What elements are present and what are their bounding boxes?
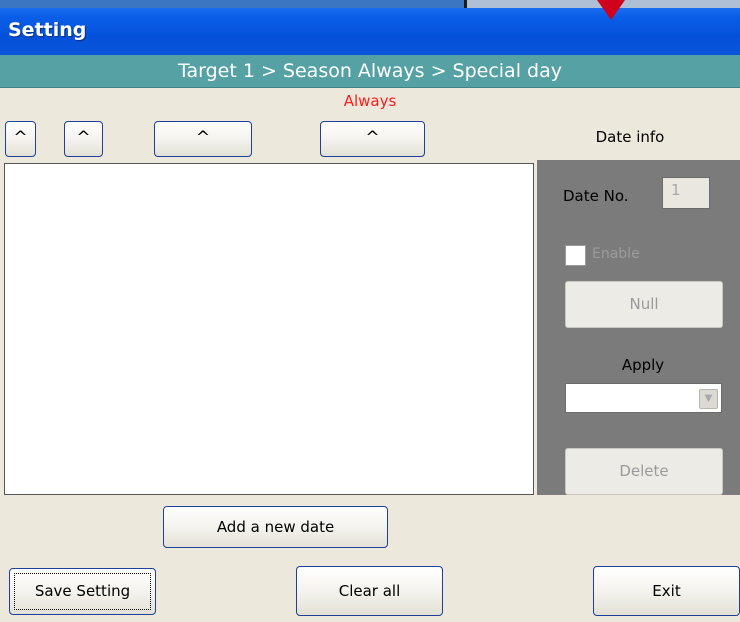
date-list[interactable] bbox=[4, 163, 534, 495]
null-button[interactable]: Null bbox=[565, 281, 723, 328]
pointer-arrow-icon bbox=[597, 0, 625, 20]
caret-up-icon: ^ bbox=[365, 128, 380, 148]
save-setting-button[interactable]: Save Setting bbox=[9, 568, 156, 615]
season-label: Always bbox=[343, 92, 397, 110]
caret-up-button-3[interactable]: ^ bbox=[154, 121, 252, 157]
focus-rectangle bbox=[14, 573, 151, 610]
title-bar: Setting bbox=[0, 0, 740, 55]
apply-label: Apply bbox=[621, 356, 665, 374]
apply-select[interactable]: ▼ bbox=[565, 383, 722, 413]
date-info-heading: Date info bbox=[595, 128, 665, 146]
add-new-date-button[interactable]: Add a new date bbox=[163, 506, 388, 548]
caret-up-button-1[interactable]: ^ bbox=[5, 121, 36, 157]
clear-all-button[interactable]: Clear all bbox=[296, 566, 443, 616]
chevron-down-icon[interactable]: ▼ bbox=[699, 389, 718, 409]
enable-checkbox[interactable] bbox=[565, 245, 586, 266]
enable-label: Enable bbox=[592, 246, 640, 262]
exit-button[interactable]: Exit bbox=[593, 566, 740, 616]
caret-up-button-2[interactable]: ^ bbox=[64, 121, 103, 157]
caret-up-button-4[interactable]: ^ bbox=[320, 121, 425, 157]
date-no-field: 1 bbox=[662, 177, 710, 209]
window-title: Setting bbox=[8, 19, 87, 41]
delete-button[interactable]: Delete bbox=[565, 448, 723, 495]
caret-up-icon: ^ bbox=[13, 128, 28, 148]
date-no-label: Date No. bbox=[563, 187, 629, 205]
caret-up-icon: ^ bbox=[76, 128, 91, 148]
caret-up-icon: ^ bbox=[195, 128, 211, 148]
breadcrumb: Target 1 > Season Always > Special day bbox=[0, 55, 740, 88]
